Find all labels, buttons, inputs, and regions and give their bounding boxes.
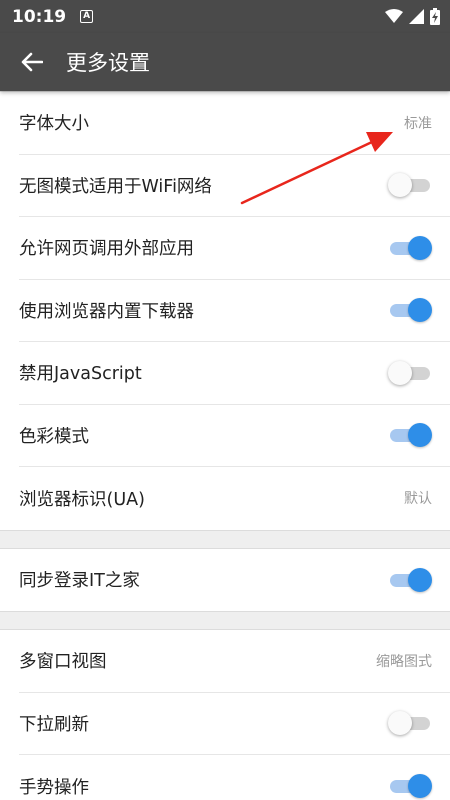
settings-row-value: 缩略图式 bbox=[376, 653, 432, 670]
settings-row[interactable]: 允许网页调用外部应用 bbox=[19, 217, 450, 280]
settings-row-label: 字体大小 bbox=[19, 114, 89, 135]
settings-row-label: 禁用JavaScript bbox=[19, 364, 142, 385]
settings-row-label: 无图模式适用于WiFi网络 bbox=[19, 176, 212, 197]
settings-row[interactable]: 浏览器标识(UA) 默认 bbox=[19, 467, 450, 530]
settings-row[interactable]: 使用浏览器内置下载器 bbox=[19, 280, 450, 342]
wifi-icon bbox=[385, 9, 403, 23]
toggle-knob bbox=[388, 711, 412, 736]
toggle-switch[interactable] bbox=[388, 773, 432, 799]
app-bar: 更多设置 bbox=[0, 33, 450, 91]
toggle-knob bbox=[408, 423, 432, 448]
settings-list: 字体大小 标准无图模式适用于WiFi网络 允许网页调用外部应用 使用浏览器内置下载器禁… bbox=[0, 91, 450, 800]
settings-row[interactable]: 同步登录IT之家 bbox=[19, 549, 450, 612]
arrow-back-icon bbox=[21, 52, 43, 72]
toggle-switch[interactable] bbox=[388, 172, 432, 198]
settings-row-label: 色彩模式 bbox=[19, 426, 89, 447]
back-button[interactable] bbox=[0, 33, 64, 91]
settings-row[interactable]: 禁用JavaScript bbox=[19, 342, 450, 405]
status-time: 10:19 bbox=[12, 6, 67, 27]
group-divider bbox=[0, 531, 450, 548]
toggle-knob bbox=[408, 298, 432, 323]
settings-row[interactable]: 无图模式适用于WiFi网络 bbox=[19, 155, 450, 217]
toggle-knob bbox=[408, 235, 432, 260]
toggle-knob bbox=[408, 774, 432, 799]
settings-group: 字体大小 标准无图模式适用于WiFi网络 允许网页调用外部应用 使用浏览器内置下载器禁… bbox=[0, 91, 450, 531]
notification-app-icon: A bbox=[80, 10, 94, 23]
settings-row-label: 下拉刷新 bbox=[19, 714, 89, 735]
toggle-knob bbox=[388, 360, 412, 385]
group-divider bbox=[0, 612, 450, 629]
toggle-switch[interactable] bbox=[388, 297, 432, 323]
settings-row-label: 使用浏览器内置下载器 bbox=[19, 301, 194, 322]
toggle-knob bbox=[408, 567, 432, 592]
settings-row-label: 多窗口视图 bbox=[19, 652, 107, 673]
settings-row-label: 允许网页调用外部应用 bbox=[19, 239, 194, 260]
page-title: 更多设置 bbox=[66, 51, 150, 75]
settings-row[interactable]: 多窗口视图 缩略图式 bbox=[19, 630, 450, 693]
toggle-switch[interactable] bbox=[388, 235, 432, 261]
settings-row-value: 默认 bbox=[404, 491, 432, 508]
toggle-switch[interactable] bbox=[388, 422, 432, 448]
settings-row-value: 标准 bbox=[404, 115, 432, 132]
battery-charging-icon bbox=[430, 8, 440, 25]
settings-row[interactable]: 色彩模式 bbox=[19, 405, 450, 467]
toggle-switch[interactable] bbox=[388, 567, 432, 593]
settings-row[interactable]: 手势操作 bbox=[19, 755, 450, 800]
settings-group: 多窗口视图 缩略图式下拉刷新手势操作 bbox=[0, 629, 450, 800]
toggle-switch[interactable] bbox=[388, 360, 432, 386]
cellular-signal-icon bbox=[409, 9, 424, 24]
settings-group: 同步登录IT之家 bbox=[0, 547, 450, 612]
status-icons bbox=[385, 8, 440, 25]
settings-row-label: 同步登录IT之家 bbox=[19, 571, 140, 592]
settings-row-label: 浏览器标识(UA) bbox=[19, 489, 145, 510]
settings-row-label: 手势操作 bbox=[19, 777, 89, 798]
settings-row[interactable]: 字体大小 标准 bbox=[19, 92, 450, 155]
status-bar: 10:19 A bbox=[0, 0, 450, 33]
toggle-knob bbox=[388, 173, 412, 198]
settings-row[interactable]: 下拉刷新 bbox=[19, 693, 450, 755]
toggle-switch[interactable] bbox=[388, 710, 432, 736]
